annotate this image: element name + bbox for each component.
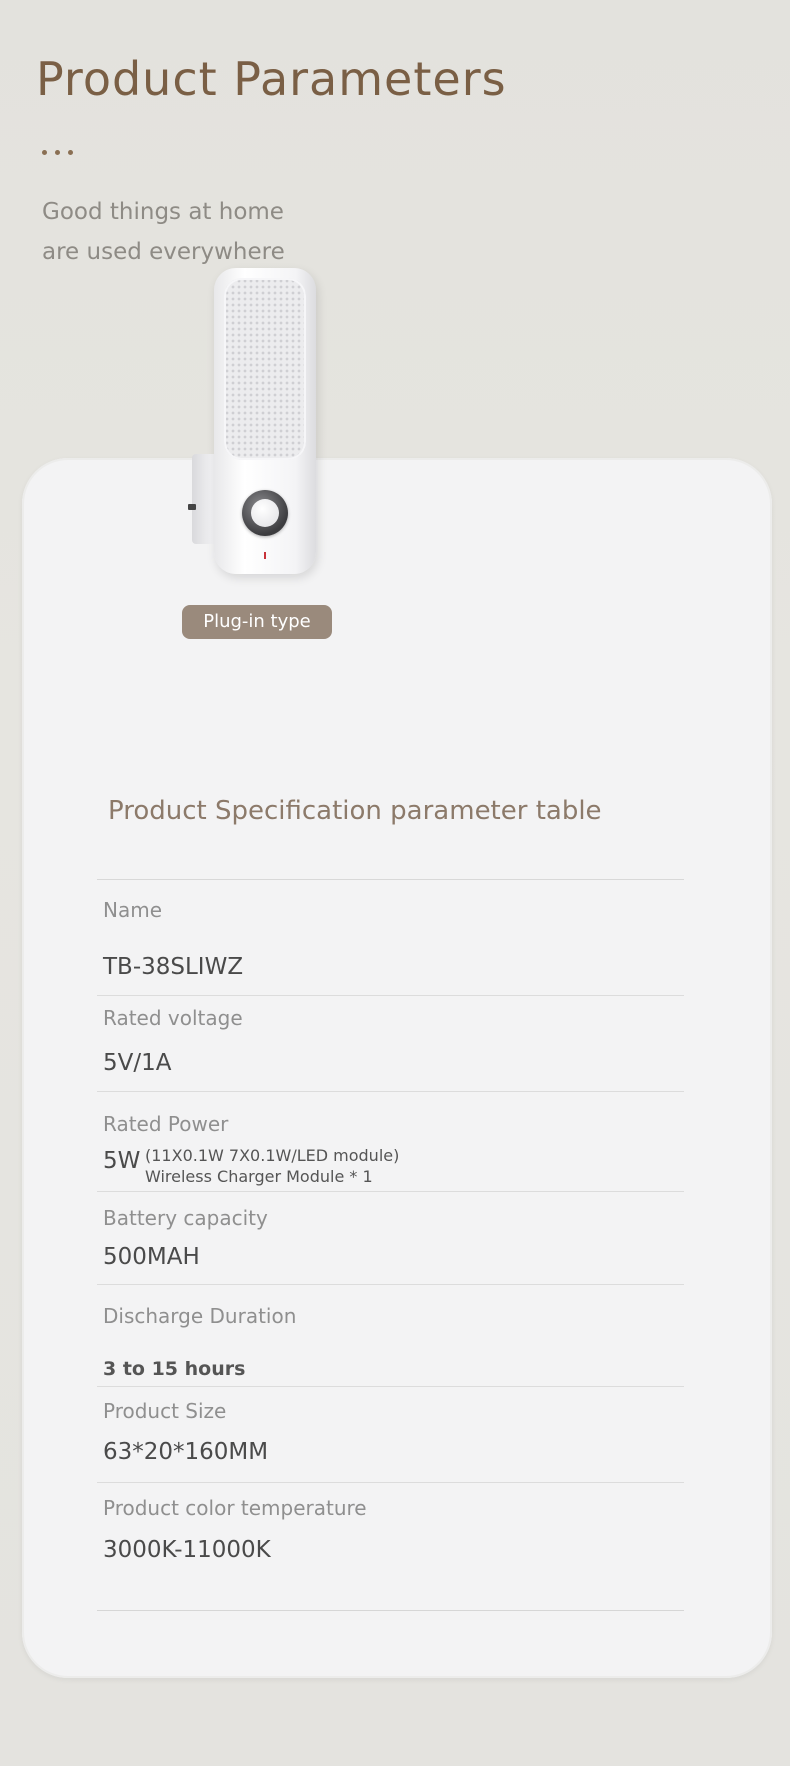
spec-value: 5V/1A xyxy=(103,1050,172,1076)
type-badge: Plug-in type xyxy=(182,605,332,639)
dot xyxy=(68,150,73,155)
device-body xyxy=(214,268,316,574)
slogan: Good things at home are used everywhere xyxy=(42,192,285,272)
dot xyxy=(55,150,60,155)
spec-value: 5W xyxy=(103,1148,141,1174)
slogan-line-2: are used everywhere xyxy=(42,239,285,265)
table-bottom-divider xyxy=(97,1610,684,1611)
slogan-line-1: Good things at home xyxy=(42,199,284,225)
spec-note: (11X0.1W 7X0.1W/LED module) xyxy=(145,1146,400,1165)
spec-value: 63*20*160MM xyxy=(103,1439,269,1465)
dot xyxy=(42,150,47,155)
spec-label: Rated Power xyxy=(103,1112,229,1136)
spec-label: Rated voltage xyxy=(103,1006,243,1030)
spec-row-duration: Discharge Duration 3 to 15 hours xyxy=(97,1285,684,1387)
table-title: Product Specification parameter table xyxy=(108,796,602,826)
plug-pin xyxy=(188,504,196,510)
indicator-led xyxy=(264,552,266,559)
page-title: Product Parameters xyxy=(36,52,507,106)
speaker-grille xyxy=(224,278,306,460)
power-button xyxy=(251,499,279,527)
spec-label: Name xyxy=(103,898,163,922)
spec-label: Product color temperature xyxy=(103,1496,367,1520)
spec-value: TB-38SLIWZ xyxy=(103,954,244,980)
spec-row-name: Name TB-38SLIWZ xyxy=(97,880,684,996)
spec-label: Battery capacity xyxy=(103,1206,268,1230)
ellipsis-dots xyxy=(42,150,73,155)
spec-label: Discharge Duration xyxy=(103,1304,297,1328)
product-image xyxy=(188,268,328,578)
spec-row-color-temp: Product color temperature 3000K-11000K xyxy=(97,1483,684,1583)
spec-note: Wireless Charger Module * 1 xyxy=(145,1167,373,1186)
spec-row-voltage: Rated voltage 5V/1A xyxy=(97,996,684,1092)
spec-label: Product Size xyxy=(103,1399,227,1423)
spec-row-size: Product Size 63*20*160MM xyxy=(97,1387,684,1483)
spec-row-power: Rated Power 5W (11X0.1W 7X0.1W/LED modul… xyxy=(97,1092,684,1192)
spec-value: 3 to 15 hours xyxy=(103,1358,246,1380)
spec-row-battery: Battery capacity 500MAH xyxy=(97,1192,684,1285)
spec-table: Name TB-38SLIWZ Rated voltage 5V/1A Rate… xyxy=(97,879,684,1583)
spec-value: 500MAH xyxy=(103,1244,200,1270)
spec-value: 3000K-11000K xyxy=(103,1537,271,1563)
